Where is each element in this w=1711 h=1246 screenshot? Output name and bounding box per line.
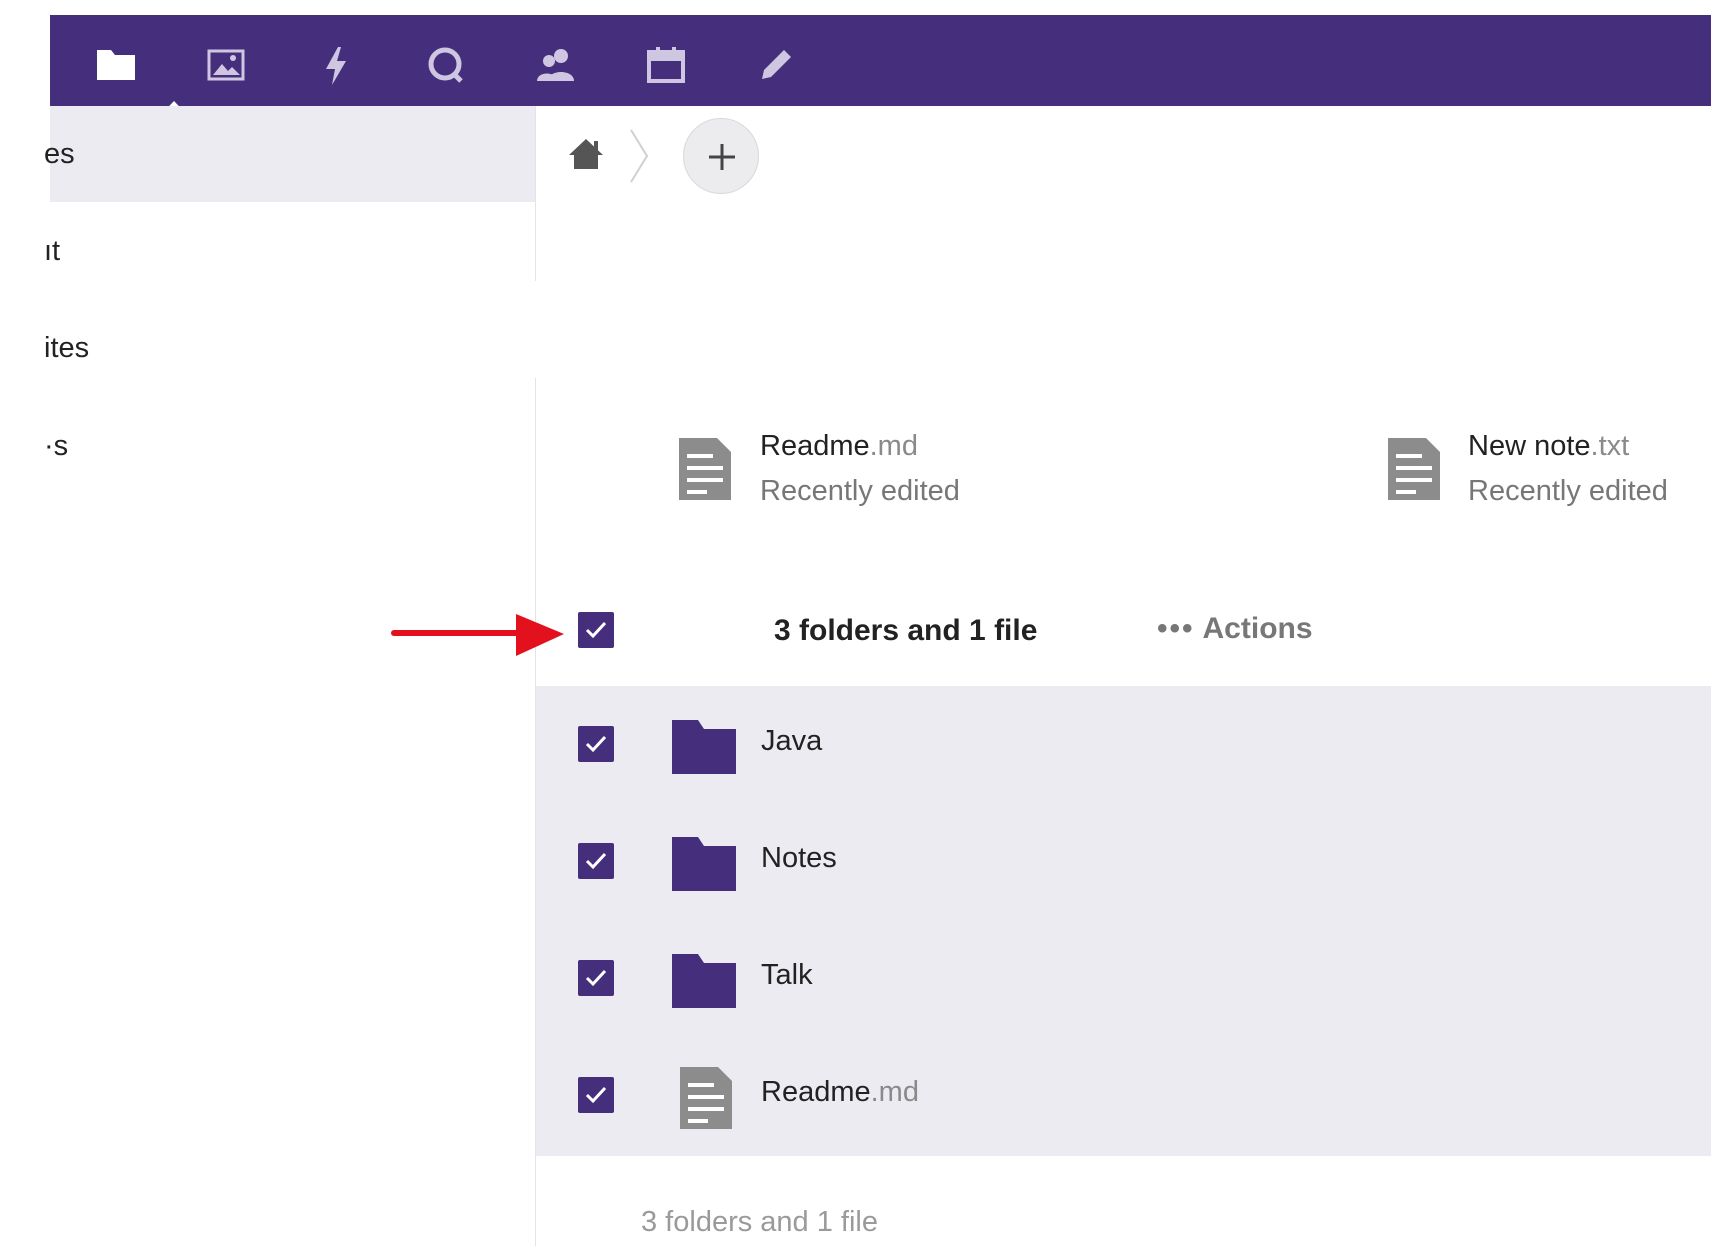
selection-summary: 3 folders and 1 file: [774, 614, 1038, 647]
recent-file-name[interactable]: New note.txt: [1468, 430, 1629, 463]
file-basename: Talk: [761, 959, 813, 991]
file-basename: New note: [1468, 430, 1591, 462]
plus-icon: [709, 144, 735, 170]
folder-icon[interactable]: [672, 950, 736, 1008]
recent-file-status: Recently edited: [760, 475, 960, 507]
more-dots-icon: •••: [1157, 612, 1195, 645]
sidebar-item-favorites[interactable]: ites: [44, 300, 535, 396]
actions-menu-button[interactable]: ••• Actions: [1157, 612, 1313, 646]
sidebar-item-label: ·s: [44, 430, 69, 462]
sidebar-item-recent[interactable]: ıt: [44, 203, 535, 299]
activity-bolt-icon[interactable]: [314, 43, 358, 87]
file-basename: Java: [761, 725, 823, 757]
sidebar-item-label: es: [44, 138, 75, 170]
table-row[interactable]: Talk: [536, 920, 1711, 1037]
breadcrumb-separator: [628, 128, 650, 184]
recent-file-status: Recently edited: [1468, 475, 1668, 507]
search-icon[interactable]: [424, 43, 468, 87]
home-icon[interactable]: [566, 135, 606, 175]
table-row[interactable]: Readme.md: [536, 1037, 1711, 1154]
sidebar-item-label: ıt: [44, 235, 61, 267]
list-footer-summary: 3 folders and 1 file: [641, 1206, 878, 1238]
notes-pencil-icon[interactable]: [754, 43, 798, 87]
select-all-checkbox[interactable]: [578, 612, 614, 648]
file-name[interactable]: Notes: [761, 842, 837, 875]
table-row[interactable]: Notes: [536, 803, 1711, 920]
sidebar-item-shares[interactable]: ·s: [44, 398, 535, 494]
photos-image-icon[interactable]: [204, 43, 248, 87]
files-folder-icon[interactable]: [94, 43, 138, 87]
file-extension: .md: [870, 1076, 919, 1108]
folder-icon[interactable]: [672, 716, 736, 774]
document-icon[interactable]: [678, 1065, 734, 1131]
file-basename: Readme: [760, 430, 870, 462]
file-name[interactable]: Talk: [761, 959, 813, 992]
contacts-icon[interactable]: [534, 43, 578, 87]
sidebar-item-label: ites: [44, 332, 90, 364]
folder-icon[interactable]: [672, 833, 736, 891]
file-basename: Notes: [761, 842, 837, 874]
row-checkbox[interactable]: [578, 726, 614, 762]
annotation-arrow: [390, 610, 570, 660]
sidebar-item-all-files[interactable]: es: [44, 106, 535, 202]
row-checkbox[interactable]: [578, 960, 614, 996]
recent-file-name[interactable]: Readme.md: [760, 430, 918, 463]
file-basename: Readme: [761, 1076, 871, 1108]
document-icon[interactable]: [677, 436, 733, 502]
add-new-button[interactable]: [683, 118, 759, 194]
top-navigation-bar: [50, 15, 1711, 121]
file-name[interactable]: Readme.md: [761, 1076, 919, 1109]
calendar-icon[interactable]: [644, 43, 688, 87]
document-icon[interactable]: [1386, 436, 1442, 502]
file-name[interactable]: Java: [761, 725, 822, 758]
file-extension: .txt: [1590, 430, 1630, 462]
actions-label: Actions: [1202, 612, 1313, 645]
table-row[interactable]: Java: [536, 686, 1711, 803]
row-checkbox[interactable]: [578, 1077, 614, 1113]
file-extension: .md: [869, 430, 918, 462]
sidebar-divider: [535, 106, 536, 281]
row-checkbox[interactable]: [578, 843, 614, 879]
